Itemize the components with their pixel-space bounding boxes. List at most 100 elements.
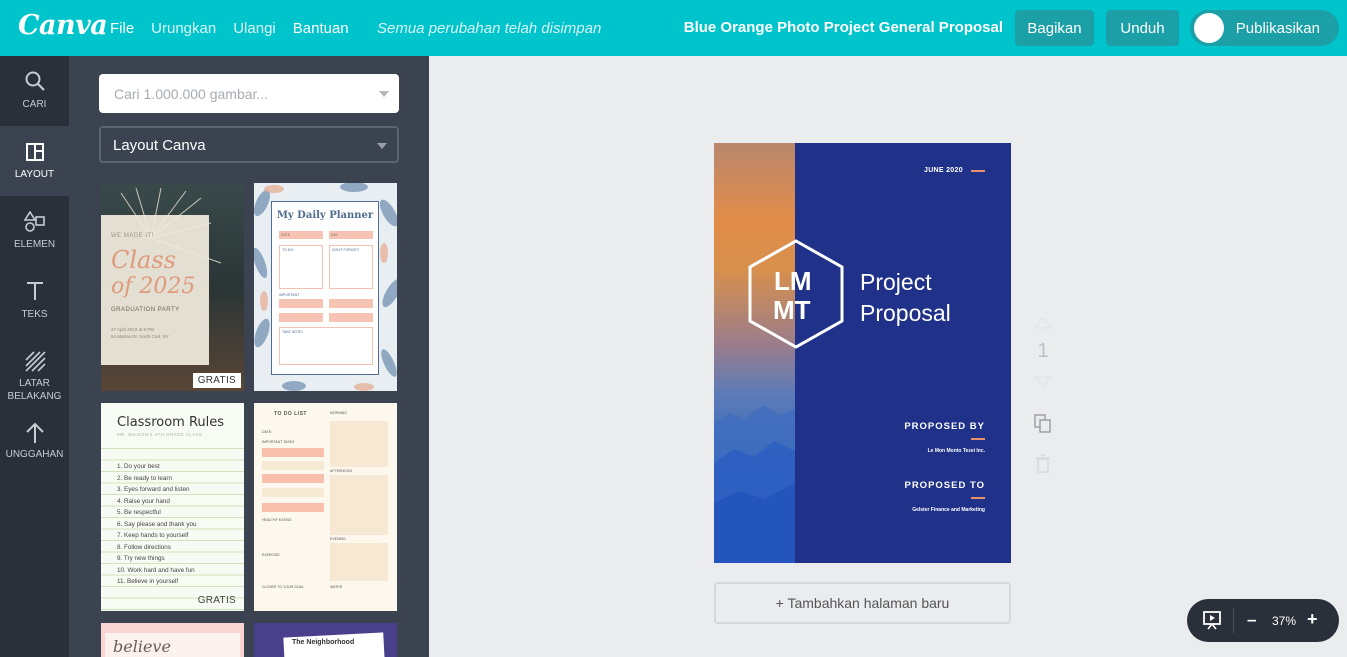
todo-bar [262, 474, 324, 483]
sunset-mountain-photo[interactable] [714, 143, 795, 563]
rail-item-text[interactable]: TEKS [0, 266, 69, 336]
menu-help[interactable]: Bantuan [293, 20, 349, 37]
title-line2[interactable]: Proposal [860, 298, 951, 328]
free-badge: GRATIS [192, 373, 241, 388]
monogram-line2[interactable]: MT [773, 296, 811, 324]
todo-bar [262, 448, 324, 457]
todo-box [330, 475, 388, 535]
rail-label-background: LATAR BELAKANG [7, 378, 62, 402]
template-classroom-rules[interactable]: Classroom Rules MR. WILSON'S 4TH GRADE C… [101, 403, 244, 611]
rail-label-elements: ELEMEN [13, 239, 56, 250]
upload-icon [0, 421, 69, 448]
layout-panel: Cari 1.000.000 gambar... Layout Canva WE… [69, 56, 429, 657]
rule-item: 6. Say please and thank you [117, 520, 197, 528]
template-to-do-list[interactable]: TO DO LIST DATE: IMPORTANT TASKS HEALTHY… [254, 403, 397, 611]
rail-item-elements[interactable]: ELEMEN [0, 196, 69, 266]
todo-box [330, 543, 388, 581]
accent-line [971, 438, 985, 440]
add-page-button[interactable]: + Tambahkan halaman baru [714, 582, 1011, 624]
rail-item-background[interactable]: LATAR BELAKANG [0, 336, 69, 416]
rule-item: 4. Raise your hand [117, 497, 170, 505]
chevron-down-icon [377, 143, 387, 149]
accent-line [971, 170, 985, 172]
zoom-in-button[interactable]: + [1307, 609, 1318, 630]
chevron-down-icon[interactable] [379, 91, 389, 97]
rail-label-uploads: UNGGAHAN [5, 449, 64, 460]
todo-box [330, 421, 388, 467]
template-text: MR. WILSON'S 4TH GRADE CLASS [117, 432, 203, 437]
template-daily-planner[interactable]: My Daily Planner DATE DAY TO DO: DON'T F… [254, 183, 397, 391]
rules-list: 1. Do your best 2. Be ready to learn 3. Ey… [117, 461, 196, 588]
monogram-line1[interactable]: LM [774, 267, 812, 295]
download-button[interactable]: Unduh [1106, 10, 1179, 46]
rule-item: 11. Believe in yourself [117, 578, 179, 585]
rail-label-search: CARI [22, 99, 47, 110]
canva-logo[interactable]: Canva [18, 10, 108, 41]
template-text: DATE: [262, 430, 273, 434]
template-text: GRADUATION PARTY [111, 307, 180, 313]
layout-select-value: Layout Canva [113, 137, 206, 154]
present-icon[interactable] [1202, 610, 1222, 630]
design-page[interactable]: JUNE 2020 LM MT Project Proposal PROPOSE… [714, 143, 1011, 563]
date-text[interactable]: JUNE 2020 [924, 167, 963, 174]
template-text: TO DO LIST [274, 411, 307, 417]
template-text: WATER [330, 585, 343, 589]
delete-page-icon[interactable] [1028, 453, 1058, 475]
todo-bar [262, 503, 324, 512]
move-down-icon[interactable] [1028, 375, 1058, 389]
publish-toggle-knob[interactable] [1194, 13, 1224, 43]
template-text: AFTERNOON [330, 469, 352, 473]
publish-button[interactable]: Publikasikan [1190, 10, 1339, 46]
move-up-icon[interactable] [1028, 316, 1058, 330]
publish-label: Publikasikan [1235, 19, 1320, 37]
search-icon [0, 70, 69, 95]
proposed-to-label[interactable]: PROPOSED TO [904, 480, 985, 491]
menu-redo[interactable]: Ulangi [233, 20, 276, 37]
menu-undo[interactable]: Urungkan [151, 20, 216, 37]
mountain-silhouette [714, 405, 795, 563]
image-search-input[interactable]: Cari 1.000.000 gambar... [99, 74, 399, 113]
rule-item: 8. Follow directions [117, 543, 171, 551]
rule-item: 9. Try new things [117, 555, 165, 562]
template-text: DAY [329, 231, 373, 239]
rail-item-uploads[interactable]: UNGGAHAN [0, 416, 69, 486]
document-title[interactable]: Blue Orange Photo Project General Propos… [684, 19, 1003, 36]
menu-file[interactable]: File [110, 20, 134, 37]
template-text: EVENING [330, 537, 346, 541]
layout-type-select[interactable]: Layout Canva [99, 126, 399, 163]
proposed-to-value[interactable]: Gelster Finance and Marketing [912, 507, 985, 513]
proposed-by-label[interactable]: PROPOSED BY [904, 421, 985, 432]
template-text: DON'T FORGET! [329, 245, 373, 289]
template-graduation[interactable]: WE MADE IT! Class of 2025 GRADUATION PAR… [101, 183, 244, 391]
rule-item: 1. Do your best [117, 463, 160, 470]
zoom-level[interactable]: 37% [1272, 614, 1296, 628]
rule-item: 7. Keep hands to yourself [117, 532, 189, 539]
zoom-divider [1233, 608, 1234, 633]
template-neighborhood[interactable]: The Neighborhood [254, 623, 397, 657]
zoom-out-button[interactable]: – [1247, 610, 1256, 630]
save-status: Semua perubahan telah disimpan [377, 20, 602, 37]
left-rail: CARI LAYOUT ELEMEN TEKS LATAR BELAKANG U… [0, 56, 69, 657]
template-text: 64 Marina Dr. North Civil, NY [111, 334, 169, 339]
text-icon [0, 280, 69, 305]
rule-item: 3. Eyes forward and listen [117, 486, 190, 493]
template-text: MORNING [330, 411, 347, 415]
planner-bar [329, 313, 373, 322]
proposed-by-value[interactable]: Le Mon Monto Tezei Inc. [928, 448, 985, 454]
planner-bar [329, 299, 373, 308]
rail-item-layout[interactable]: LAYOUT [0, 126, 69, 196]
title-line1[interactable]: Project [860, 267, 932, 297]
search-placeholder: Cari 1.000.000 gambar... [114, 86, 269, 102]
template-text: TAKE NOTE! [279, 327, 373, 365]
zoom-control: – 37% + [1187, 599, 1339, 642]
template-believe[interactable]: believe [101, 623, 244, 657]
menu-bar: File Urungkan Ulangi Bantuan [110, 0, 366, 56]
duplicate-page-icon[interactable] [1028, 413, 1058, 435]
share-button[interactable]: Bagikan [1015, 10, 1094, 46]
template-text: My Daily Planner [276, 210, 374, 221]
todo-bar [262, 461, 324, 470]
rail-item-search[interactable]: CARI [0, 56, 69, 126]
layout-icon [0, 142, 69, 165]
rule-item: 10. Work hard and have fun [117, 566, 195, 574]
template-text: HEALTHY EATING [262, 518, 292, 522]
